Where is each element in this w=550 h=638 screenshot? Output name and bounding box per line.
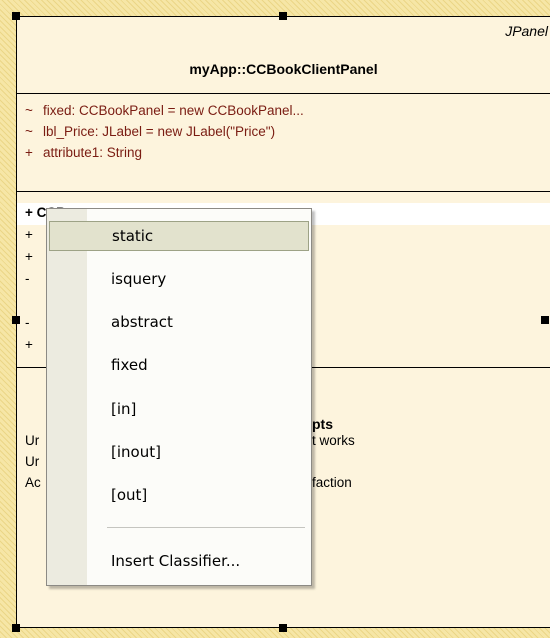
constraint-line-start: Ac [25, 475, 41, 490]
menu-item-in[interactable]: [in] [49, 395, 309, 425]
name-compartment-divider [17, 93, 550, 94]
class-stereotype: JPanel [505, 23, 548, 39]
resize-handle-bottom[interactable] [279, 624, 287, 632]
operation-row[interactable]: - [25, 315, 30, 330]
resize-handle-bottom-left[interactable] [12, 624, 20, 632]
resize-handle-top-left[interactable] [12, 12, 20, 20]
operation-row[interactable]: + [25, 249, 33, 264]
constraint-line-start: Ur [25, 433, 40, 448]
resize-handle-top[interactable] [279, 12, 287, 20]
menu-item-isquery[interactable]: isquery [49, 265, 309, 295]
operation-row[interactable]: + [25, 337, 33, 352]
resize-handle-left[interactable] [12, 316, 20, 324]
constraint-line-start: Ur [25, 454, 40, 469]
menu-item-abstract[interactable]: abstract [49, 308, 309, 338]
attribute-row[interactable]: ~ lbl_Price: JLabel = new JLabel("Price") [25, 124, 275, 139]
menu-item-out[interactable]: [out] [49, 481, 309, 511]
resize-handle-right[interactable] [541, 316, 549, 324]
menu-item-inout[interactable]: [inout] [49, 438, 309, 468]
menu-item-static[interactable]: static [49, 221, 309, 251]
menu-item-insert-classifier[interactable]: Insert Classifier... [49, 547, 309, 577]
menu-separator [107, 527, 305, 528]
constraint-line-end: t works [312, 433, 355, 448]
operation-row[interactable]: + [25, 227, 33, 242]
class-name: myApp::CCBookClientPanel [189, 61, 378, 77]
constraints-title: pts [312, 416, 333, 432]
context-menu: static isquery abstract fixed [in] [inou… [46, 208, 312, 586]
attribute-row[interactable]: ~ fixed: CCBookPanel = new CCBookPanel... [25, 103, 304, 118]
menu-item-fixed[interactable]: fixed [49, 351, 309, 381]
attribute-compartment-divider [17, 191, 550, 192]
constraint-line-end: faction [312, 475, 352, 490]
attribute-row[interactable]: + attribute1: String [25, 145, 142, 160]
operation-row[interactable]: - [25, 271, 30, 286]
